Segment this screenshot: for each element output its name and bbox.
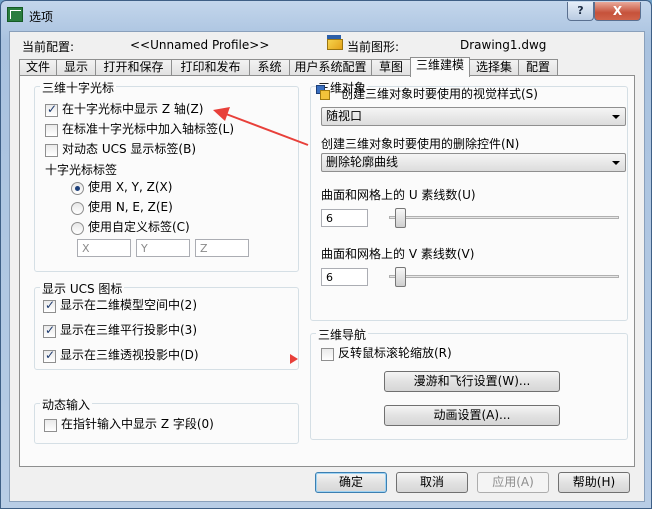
crosshair-group: 三维十字光标 在十字光标中显示 Z 轴(Z) 在标准十字光标中加入轴标签(L) … xyxy=(34,79,299,272)
u-isolines-slider[interactable] xyxy=(389,208,619,228)
show-z-axis-box[interactable] xyxy=(45,102,58,117)
radio-use-xyz-dot[interactable] xyxy=(71,182,84,195)
tab-files[interactable]: 文件 xyxy=(19,59,57,76)
ucs-3d-parallel-label: 显示在三维平行投影中(3) xyxy=(60,323,197,337)
dynamic-input-z-box[interactable] xyxy=(44,419,57,432)
dynamic-input-z-label: 在指针输入中显示 Z 字段(0) xyxy=(61,417,214,431)
drawing-file-icon xyxy=(327,35,344,51)
tab-panel-3d-modeling: 三维十字光标 在十字光标中显示 Z 轴(Z) 在标准十字光标中加入轴标签(L) … xyxy=(19,75,635,467)
v-isolines-input[interactable]: 6 xyxy=(321,268,368,286)
tab-display[interactable]: 显示 xyxy=(56,59,96,76)
tab-user-preferences[interactable]: 用户系统配置 xyxy=(289,59,372,76)
visual-style-icon xyxy=(315,85,331,101)
tab-selection[interactable]: 选择集 xyxy=(469,59,519,76)
title-bar[interactable]: 选项 ? X xyxy=(1,1,651,29)
dynamic-input-group-title: 动态输入 xyxy=(40,396,93,413)
crosshair-labels-caption: 十字光标标签 xyxy=(45,163,118,177)
help-question-button[interactable]: ? xyxy=(567,2,594,21)
ucs-2d-model-label: 显示在二维模型空间中(2) xyxy=(60,298,197,312)
ucs-icon-group-title: 显示 UCS 图标 xyxy=(40,280,125,297)
ucs-3d-parallel-box[interactable] xyxy=(43,323,56,338)
navigation-3d-group-title: 三维导航 xyxy=(316,326,369,343)
apply-button[interactable]: 应用(A) xyxy=(477,472,549,493)
visual-style-dropdown[interactable]: 随视口 xyxy=(321,107,626,126)
custom-y-label-input[interactable]: Y xyxy=(136,239,190,257)
current-profile-caption: 当前配置: xyxy=(22,40,75,54)
ucs-2d-model-box[interactable] xyxy=(43,298,56,313)
navigation-3d-group: 三维导航 反转鼠标滚轮缩放(R) 漫游和飞行设置(W)... 动画设置(A)..… xyxy=(310,326,628,440)
tab-open-save[interactable]: 打开和保存 xyxy=(95,59,172,76)
current-drawing-caption: 当前图形: xyxy=(347,40,400,54)
options-tab-strip: 文件 显示 打开和保存 打印和发布 系统 用户系统配置 草图 三维建模 选择集 … xyxy=(19,57,635,77)
dialog-client: 当前配置: <<Unnamed Profile>> 当前图形: Drawing1… xyxy=(9,31,645,502)
crosshair-group-title: 三维十字光标 xyxy=(40,79,117,96)
visual-style-value: 随视口 xyxy=(326,109,363,123)
custom-z-label-input[interactable]: Z xyxy=(195,239,249,257)
label-axes-box[interactable] xyxy=(45,124,58,137)
animation-settings-button[interactable]: 动画设置(A)... xyxy=(384,405,560,426)
autocad-app-icon xyxy=(7,7,23,22)
close-button[interactable]: X xyxy=(594,2,641,21)
ucs-labels-box[interactable] xyxy=(45,144,58,157)
window-title: 选项 xyxy=(29,10,54,24)
label-axes-label: 在标准十字光标中加入轴标签(L) xyxy=(62,122,235,136)
ucs-3d-perspective-box[interactable] xyxy=(43,348,56,363)
help-button[interactable]: 帮助(H) xyxy=(558,472,630,493)
v-slider-thumb[interactable] xyxy=(395,267,406,287)
show-z-axis-label: 在十字光标中显示 Z 轴(Z) xyxy=(62,102,204,116)
u-slider-thumb[interactable] xyxy=(395,208,406,228)
reverse-wheel-zoom-label: 反转鼠标滚轮缩放(R) xyxy=(338,346,452,360)
u-slider-track xyxy=(389,216,619,219)
ucs-icon-group: 显示 UCS 图标 显示在二维模型空间中(2) 显示在三维平行投影中(3) 显示… xyxy=(34,280,299,370)
tab-plot-publish[interactable]: 打印和发布 xyxy=(171,59,250,76)
objects-3d-group: 三维对象 创建三维对象时要使用的视觉样式(S) 随视口 创建三维对象时要使用的删… xyxy=(310,79,628,321)
u-isolines-input[interactable]: 6 xyxy=(321,209,368,227)
tab-drafting[interactable]: 草图 xyxy=(371,59,411,76)
chevron-down-icon xyxy=(612,161,620,165)
radio-use-nez-label: 使用 N, E, Z(E) xyxy=(88,200,173,214)
tab-3d-modeling[interactable]: 三维建模 xyxy=(410,57,470,77)
v-isolines-caption: 曲面和网格上的 V 素线数(V) xyxy=(321,247,475,261)
tab-system[interactable]: 系统 xyxy=(249,59,290,76)
deletion-control-dropdown[interactable]: 删除轮廓曲线 xyxy=(321,153,626,172)
u-isolines-caption: 曲面和网格上的 U 素线数(U) xyxy=(321,188,476,202)
current-profile-value: <<Unnamed Profile>> xyxy=(130,38,270,52)
chevron-down-icon xyxy=(612,115,620,119)
current-drawing-value: Drawing1.dwg xyxy=(460,38,547,52)
walk-fly-settings-button[interactable]: 漫游和飞行设置(W)... xyxy=(384,371,560,392)
ucs-labels-label: 对动态 UCS 显示标签(B) xyxy=(62,142,197,156)
ucs-3d-perspective-label: 显示在三维透视投影中(D) xyxy=(60,348,199,362)
ok-button[interactable]: 确定 xyxy=(315,472,387,493)
radio-use-xyz-label: 使用 X, Y, Z(X) xyxy=(88,180,173,194)
deletion-control-caption: 创建三维对象时要使用的删除控件(N) xyxy=(321,137,520,151)
visual-style-caption: 创建三维对象时要使用的视觉样式(S) xyxy=(341,87,538,101)
v-slider-track xyxy=(389,275,619,278)
radio-custom-labels-dot[interactable] xyxy=(71,222,84,235)
radio-custom-labels-label: 使用自定义标签(C) xyxy=(88,220,190,234)
radio-use-nez-dot[interactable] xyxy=(71,202,84,215)
reverse-wheel-zoom-box[interactable] xyxy=(321,348,334,361)
dynamic-input-group: 动态输入 在指针输入中显示 Z 字段(0) xyxy=(34,396,299,444)
tab-profiles[interactable]: 配置 xyxy=(518,59,558,76)
custom-x-label-input[interactable]: X xyxy=(77,239,131,257)
v-isolines-slider[interactable] xyxy=(389,267,619,287)
options-dialog: 选项 ? X 当前配置: <<Unnamed Profile>> 当前图形: D… xyxy=(0,0,652,509)
cancel-button[interactable]: 取消 xyxy=(396,472,468,493)
deletion-control-value: 删除轮廓曲线 xyxy=(326,155,399,169)
